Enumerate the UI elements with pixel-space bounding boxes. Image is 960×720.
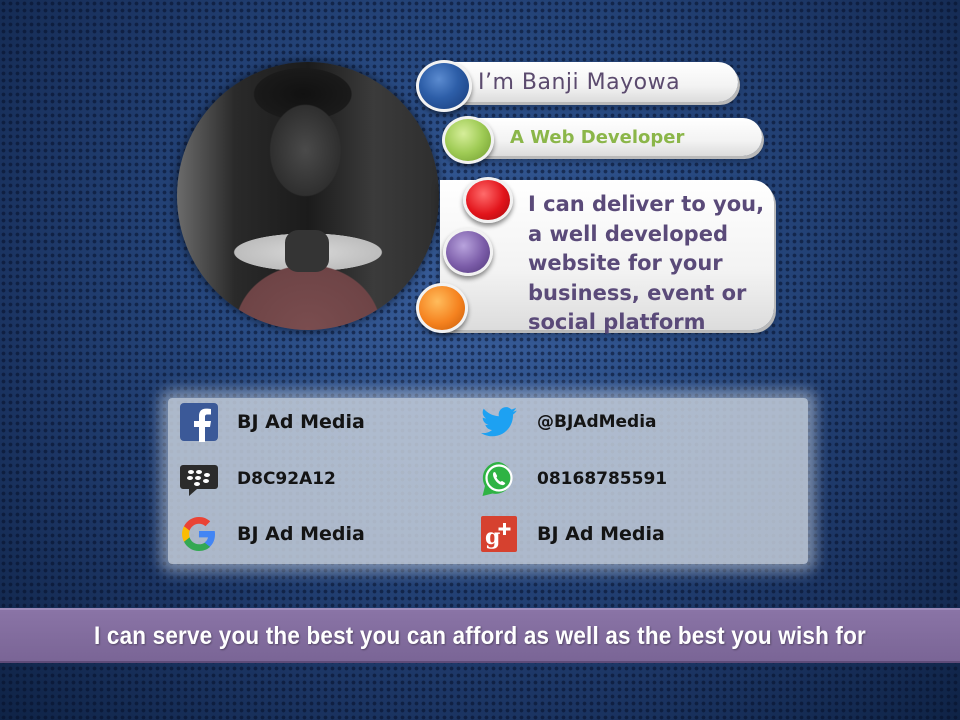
google-icon: [182, 517, 215, 551]
google-plus-icon: g: [481, 516, 517, 552]
blue-bullet-icon: [416, 60, 472, 112]
name-heading: I’m Banji Mayowa: [478, 70, 681, 95]
facebook-label: BJ Ad Media: [237, 411, 365, 433]
whatsapp-icon: [482, 461, 513, 496]
purple-bullet-icon: [443, 228, 493, 276]
footer-band: I can serve you the best you can afford …: [0, 608, 960, 663]
green-bullet-icon: [442, 116, 494, 164]
profile-photo: [177, 62, 439, 330]
contact-whatsapp[interactable]: 08168785591: [479, 459, 667, 499]
profile-photo-neck: [285, 230, 329, 272]
contact-twitter[interactable]: @BJAdMedia: [479, 402, 657, 442]
whatsapp-label: 08168785591: [537, 469, 668, 489]
svg-text:g: g: [485, 524, 500, 550]
bbm-pin-label: D8C92A12: [237, 469, 336, 489]
bbm-icon: [180, 465, 218, 496]
description-text: I can deliver to you, a well developed w…: [528, 192, 765, 334]
red-bullet-icon: [463, 177, 513, 223]
twitter-icon: [481, 407, 517, 437]
orange-bullet-icon: [416, 283, 468, 333]
contact-google-plus[interactable]: g BJ Ad Media: [479, 514, 665, 554]
footer-tagline: I can serve you the best you can afford …: [94, 622, 866, 650]
contact-facebook[interactable]: BJ Ad Media: [179, 402, 365, 442]
google-plus-label: BJ Ad Media: [537, 523, 665, 545]
google-label: BJ Ad Media: [237, 523, 365, 545]
contact-blackberry[interactable]: D8C92A12: [179, 459, 336, 499]
contacts-panel: BJ Ad Media @BJAdMedia D8C92A12 08168785…: [168, 398, 808, 564]
role-subtitle: A Web Developer: [510, 127, 685, 148]
contact-google[interactable]: BJ Ad Media: [179, 514, 365, 554]
twitter-label: @BJAdMedia: [537, 412, 657, 432]
facebook-icon: [180, 403, 218, 442]
